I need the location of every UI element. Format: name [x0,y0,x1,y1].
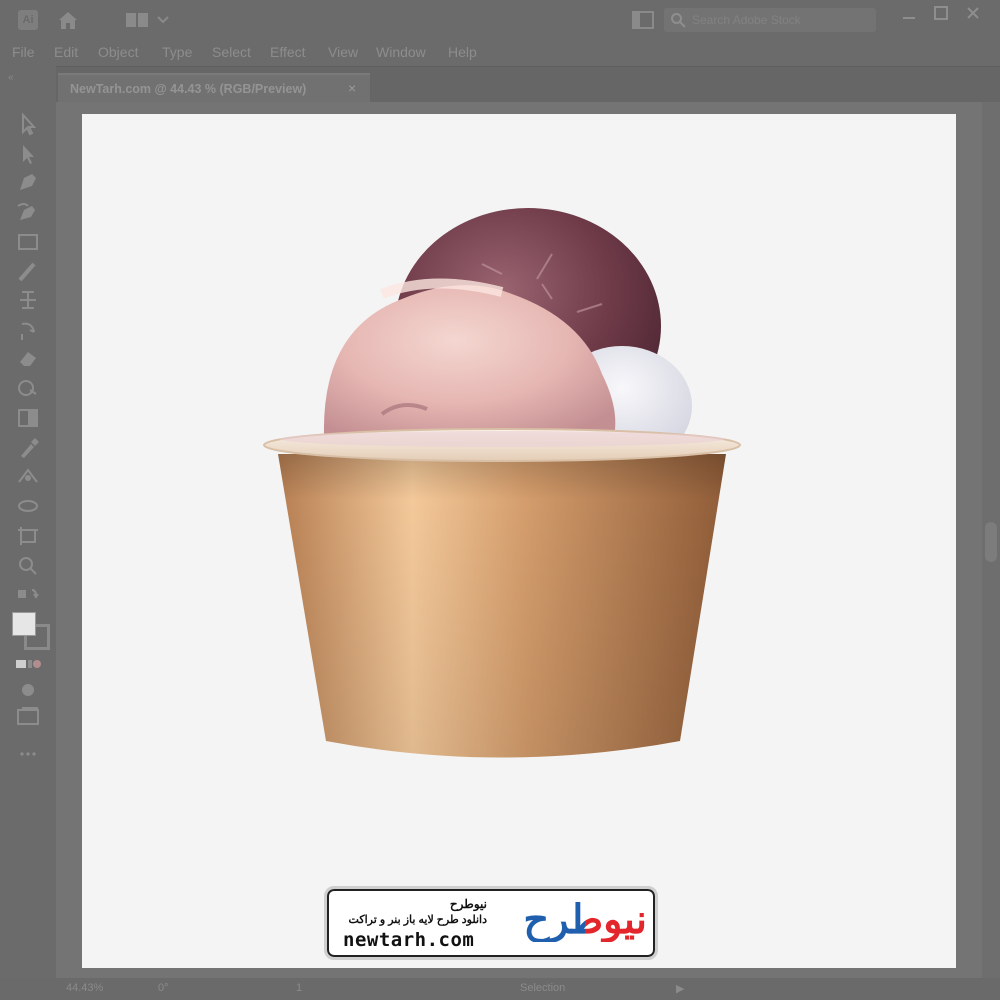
close-window-icon[interactable] [966,6,980,25]
search-placeholder: Search Adobe Stock [692,13,801,27]
artboard-number[interactable]: 1 [296,982,302,994]
ice-cream-cup-illustration[interactable] [82,114,956,968]
artboard[interactable]: نیوطرح دانلود طرح لایه باز بنر و تراکت n… [82,114,956,968]
maximize-icon[interactable] [934,6,948,25]
watermark-logo-text: نیوطرح [523,898,647,942]
selection-tool-icon[interactable] [14,112,42,136]
menu-help[interactable]: Help [448,44,477,60]
search-icon [671,13,686,28]
eyedropper-tool-icon[interactable] [14,436,42,460]
color-mode-toggle-icon[interactable] [14,652,42,676]
rotation-value[interactable]: 0° [158,982,169,994]
minimize-icon[interactable] [902,8,916,27]
rotate-tool-icon[interactable] [14,318,42,342]
document-tab-title: NewTarh.com @ 44.43 % (RGB/Preview) [70,82,307,96]
document-tab[interactable]: NewTarh.com @ 44.43 % (RGB/Preview) × [58,73,370,105]
tool-mode: Selection [520,982,566,994]
vertical-scrollbar[interactable] [982,102,1000,978]
eraser-tool-icon[interactable] [14,346,42,370]
menu-file[interactable]: File [12,44,35,60]
watermark-persian-name: نیوطرح [449,897,487,911]
search-field[interactable]: Search Adobe Stock [664,8,876,32]
blend-tool-icon[interactable] [14,464,42,488]
menu-select[interactable]: Select [212,44,251,60]
curvature-tool-icon[interactable] [14,200,42,224]
width-tool-icon[interactable] [14,288,42,312]
menu-object[interactable]: Object [98,44,138,60]
watermark-badge: نیوطرح دانلود طرح لایه باز بنر و تراکت n… [324,886,658,960]
arrange-documents-icon[interactable] [632,11,654,34]
watermark-url: newtarh.com [343,929,475,951]
zoom-tool-icon[interactable] [14,554,42,578]
play-icon[interactable]: ▶ [676,982,684,995]
draw-mode-icon[interactable] [14,678,42,702]
more-tools-icon[interactable] [14,742,42,766]
artboard-tool-icon[interactable] [14,524,42,548]
paper-cup [263,428,741,758]
app-logo: Ai [18,10,38,30]
close-tab-icon[interactable]: × [348,80,356,96]
fill-stroke-swatch[interactable] [12,612,50,650]
menu-effect[interactable]: Effect [270,44,306,60]
menu-view[interactable]: View [328,44,358,60]
pen-tool-icon[interactable] [14,170,42,194]
panel-collapse-icon[interactable]: « [8,72,14,83]
direct-selection-tool-icon[interactable] [14,142,42,166]
gradient-tool-icon[interactable] [14,406,42,430]
shape-builder-tool-icon[interactable] [14,376,42,400]
scrollbar-thumb[interactable] [985,522,997,562]
status-bar: 44.43% 0° 1 Selection ▶ [0,978,1000,1000]
home-icon[interactable] [56,8,80,37]
fill-swatch[interactable] [12,612,36,636]
watermark-logo: نیوطرح [523,895,647,945]
app-header: Ai Search Adobe Stock [0,0,1000,40]
menu-edit[interactable]: Edit [54,44,78,60]
screen-mode-icon[interactable] [14,704,42,728]
menu-type[interactable]: Type [162,44,192,60]
tools-panel: « [0,66,56,980]
swap-fill-stroke-icon[interactable] [14,584,42,608]
workspace-switcher-icon[interactable] [126,12,170,33]
document-tab-bar: NewTarh.com @ 44.43 % (RGB/Preview) × [0,66,1000,105]
zoom-level[interactable]: 44.43% [66,982,103,994]
menu-bar: File Edit Object Type Select Effect View… [0,40,1000,66]
watermark-tagline: دانلود طرح لایه باز بنر و تراکت [348,914,487,926]
symbol-sprayer-tool-icon[interactable] [14,494,42,518]
menu-window[interactable]: Window [376,44,426,60]
rectangle-tool-icon[interactable] [14,230,42,254]
paintbrush-tool-icon[interactable] [14,260,42,284]
